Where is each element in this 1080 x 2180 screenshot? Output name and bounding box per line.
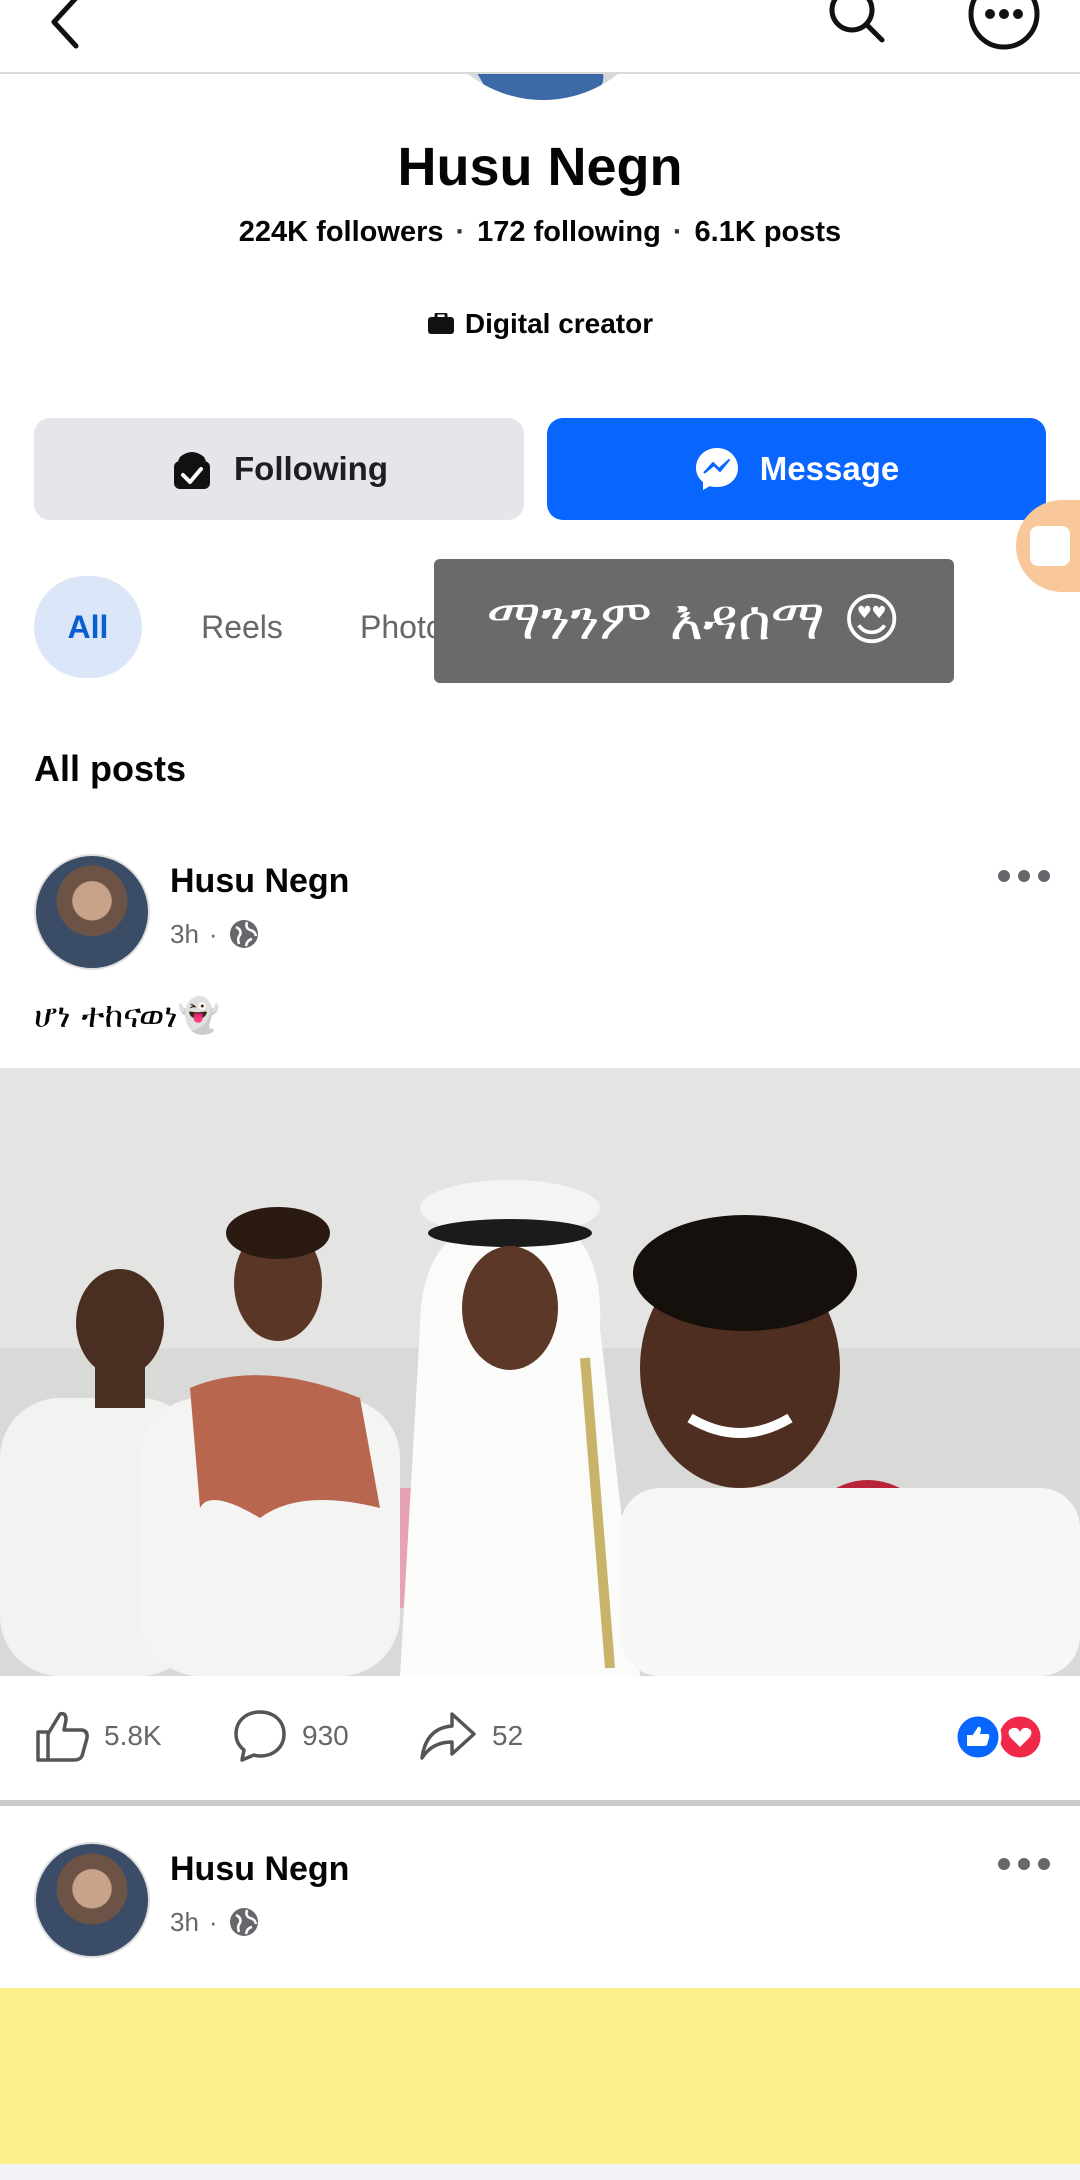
comment-icon bbox=[234, 1710, 286, 1762]
like-count: 5.8K bbox=[104, 1720, 162, 1751]
like-button[interactable]: 5.8K bbox=[34, 1708, 162, 1764]
profile-stats: 224K followers · 172 following · 6.1K posts bbox=[0, 216, 1080, 249]
section-title: All posts bbox=[34, 748, 187, 789]
comment-count: 930 bbox=[302, 1720, 349, 1751]
text-post-background[interactable] bbox=[0, 1988, 1080, 2164]
post-more-icon[interactable] bbox=[996, 866, 1052, 886]
share-icon bbox=[420, 1712, 476, 1760]
stat-separator: · bbox=[455, 216, 466, 248]
meta-separator: · bbox=[208, 918, 218, 949]
share-button[interactable]: 52 bbox=[418, 1708, 523, 1764]
category-label: Digital creator bbox=[464, 308, 654, 339]
post-text: ሆነ ተከናወነ👻 bbox=[34, 996, 221, 1036]
tab-reels[interactable]: Reels bbox=[182, 576, 302, 678]
globe-icon bbox=[229, 920, 258, 948]
followers-count[interactable]: 224K followers bbox=[239, 216, 444, 248]
like-icon bbox=[36, 1711, 89, 1762]
camera-icon bbox=[1030, 526, 1070, 566]
post-divider bbox=[0, 1800, 1080, 1806]
post-meta: 3h · bbox=[170, 918, 260, 950]
following-button-label: Following bbox=[234, 450, 388, 487]
bottom-strip bbox=[0, 2164, 1080, 2180]
message-button-label: Message bbox=[759, 450, 900, 487]
following-count[interactable]: 172 following bbox=[477, 216, 661, 248]
back-arrow-icon[interactable] bbox=[44, 0, 92, 50]
briefcase-icon bbox=[427, 313, 454, 334]
post-time[interactable]: 3h bbox=[170, 1907, 199, 1938]
tab-all[interactable]: All bbox=[34, 576, 142, 678]
post-author-avatar[interactable] bbox=[34, 854, 150, 970]
profile-name: Husu Negn bbox=[397, 137, 683, 197]
post-more-icon[interactable] bbox=[996, 1854, 1052, 1874]
messenger-icon bbox=[695, 448, 738, 490]
following-check-icon bbox=[174, 452, 211, 489]
post-actions: 5.8K 930 52 bbox=[0, 1676, 1080, 1802]
post-photo[interactable] bbox=[0, 1068, 1080, 1676]
reaction-summary[interactable] bbox=[948, 1712, 1048, 1762]
more-options-icon[interactable] bbox=[966, 0, 1042, 52]
meta-separator: · bbox=[208, 1906, 218, 1937]
post-meta: 3h · bbox=[170, 1906, 260, 1938]
post-author-name[interactable]: Husu Negn bbox=[170, 862, 349, 901]
stat-separator: · bbox=[672, 216, 683, 248]
profile-category: Digital creator bbox=[0, 308, 1080, 340]
group-selfie-image bbox=[0, 1068, 1080, 1676]
overlay-caption: ማንንም እዳሰማ 😍 bbox=[434, 559, 954, 683]
share-count: 52 bbox=[492, 1720, 524, 1751]
comment-button[interactable]: 930 bbox=[232, 1708, 349, 1764]
post-author-name[interactable]: Husu Negn bbox=[170, 1850, 349, 1889]
top-bar bbox=[0, 0, 1080, 74]
post-author-avatar[interactable] bbox=[34, 1842, 150, 1958]
following-button[interactable]: Following bbox=[34, 418, 524, 520]
globe-icon bbox=[229, 1908, 258, 1936]
post-time[interactable]: 3h bbox=[170, 919, 199, 950]
search-icon[interactable] bbox=[826, 0, 886, 44]
message-button[interactable]: Message bbox=[547, 418, 1046, 520]
posts-count: 6.1K posts bbox=[694, 216, 842, 248]
